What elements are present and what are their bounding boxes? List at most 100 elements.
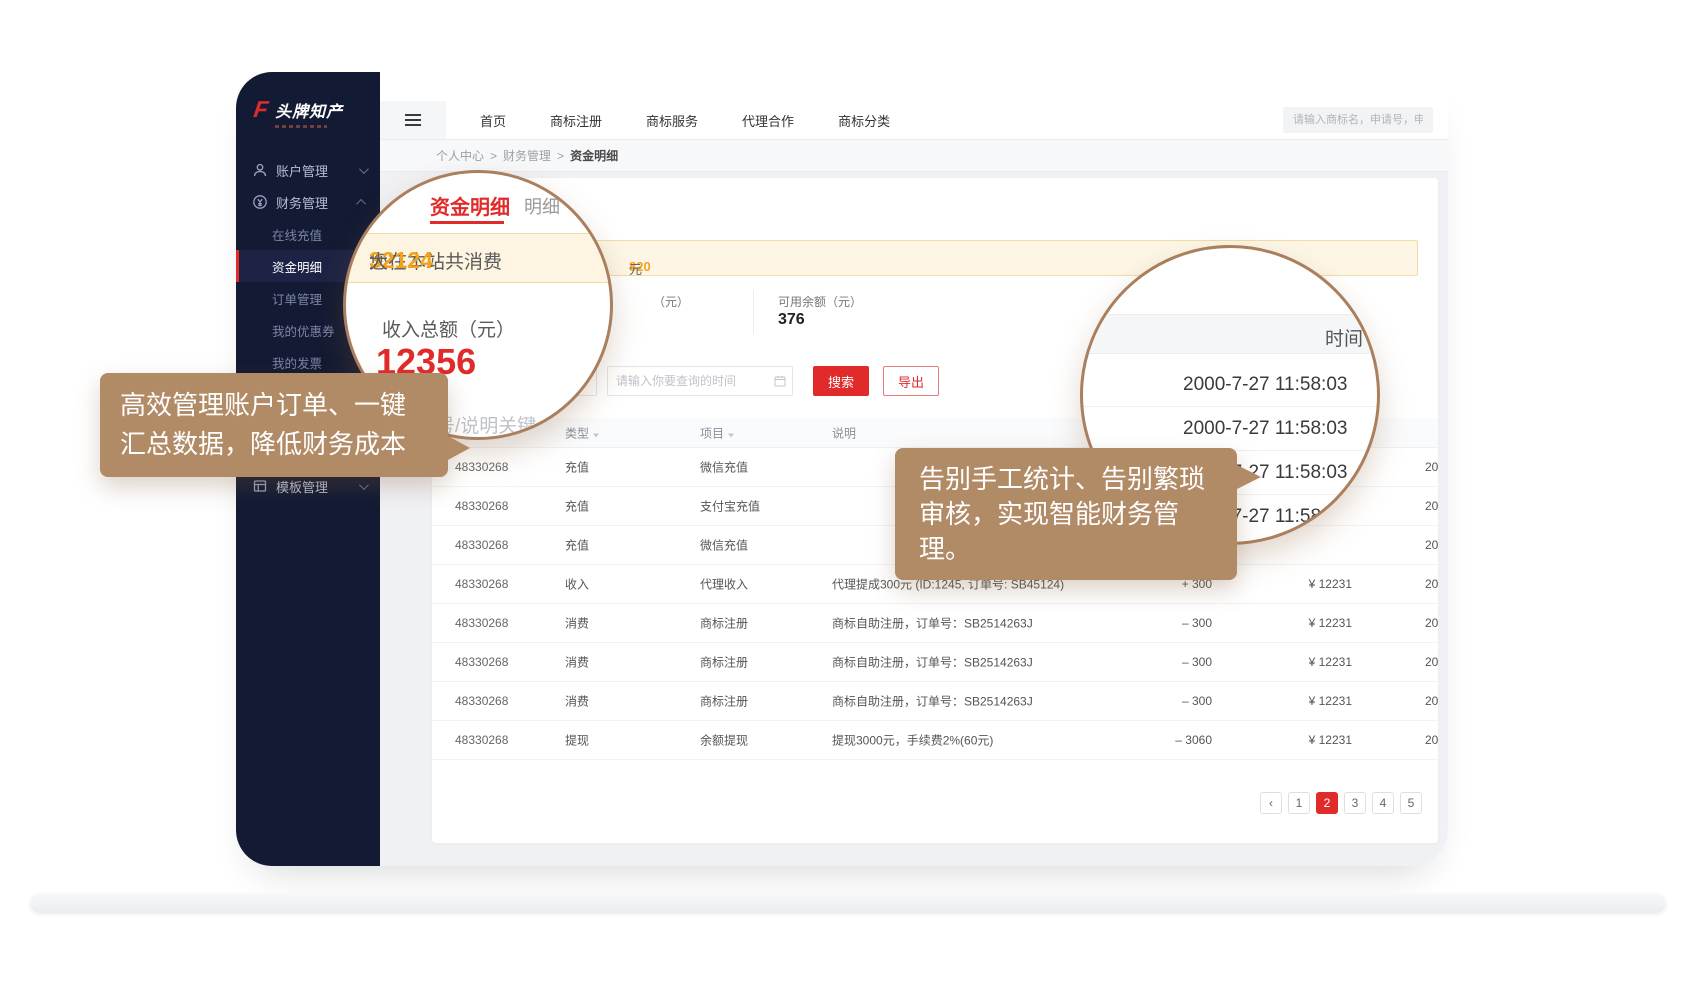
cell-time: 2000-7-27 11:58:03 [1425, 694, 1438, 708]
cell-time: 2000-7-27 11:58:03 [1425, 460, 1438, 474]
template-icon [252, 478, 268, 494]
lens-time-header-band: 时间 [1080, 314, 1380, 354]
cell-project: 商标注册 [700, 654, 748, 671]
page-button[interactable]: 5 [1400, 792, 1422, 814]
sidebar-item-label: 模板管理 [276, 477, 351, 496]
logo: F 头牌知产 [236, 72, 380, 138]
cell-order: 48330268 [455, 616, 508, 630]
breadcrumb-item[interactable]: 个人中心 [436, 147, 484, 164]
breadcrumb-current: 资金明细 [570, 147, 618, 164]
lens-banner: 您在本站共消费 32124 大 [343, 233, 613, 283]
page-button[interactable]: 3 [1344, 792, 1366, 814]
callout-arrow-icon [446, 435, 470, 461]
nav-trademark-register[interactable]: 商标注册 [550, 111, 602, 130]
header-project[interactable]: 项目 [700, 424, 734, 441]
callout-left-line: 高效管理账户订单、一键 [120, 386, 428, 425]
cell-type: 提现 [565, 732, 589, 749]
topbar: 首页 商标注册 商标服务 代理合作 商标分类 [380, 72, 1448, 140]
cell-order: 48330268 [455, 538, 508, 552]
nav-home[interactable]: 首页 [480, 111, 506, 130]
menu-toggle-button[interactable] [380, 101, 446, 139]
breadcrumb-separator: > [490, 149, 497, 163]
export-button[interactable]: 导出 [883, 366, 939, 396]
cell-project: 余额提现 [700, 732, 748, 749]
page-button[interactable]: 1 [1288, 792, 1310, 814]
cell-type: 消费 [565, 693, 589, 710]
cell-type: 收入 [565, 576, 589, 593]
lens-income-label: 收入总额（元） [382, 315, 515, 342]
sidebar-item-finance[interactable]: 财务管理 [236, 186, 380, 218]
cell-time: 2000-7-27 11:58:03 [1425, 655, 1438, 669]
nav-trademark-services[interactable]: 商标服务 [646, 111, 698, 130]
callout-right-line: 理。 [919, 532, 1213, 567]
prev-page-button[interactable]: ‹ [1260, 792, 1282, 814]
cell-desc: 商标自助注册，订单号：SB2514263J [832, 654, 1033, 671]
callout-right-line: 告别手工统计、告别繁琐 [919, 462, 1213, 497]
balance-stat-value: 376 [778, 311, 805, 329]
nav-agent-cooperation[interactable]: 代理合作 [742, 111, 794, 130]
date-search-input[interactable] [607, 366, 793, 396]
page-button[interactable]: 4 [1372, 792, 1394, 814]
cell-amount: – 300 [1122, 655, 1212, 669]
callout-right-line: 审核，实现智能财务管 [919, 497, 1213, 532]
brand-name: 头牌知产 [275, 98, 343, 122]
chevron-down-icon [359, 164, 369, 174]
header-desc: 说明 [832, 424, 856, 441]
finance-icon [252, 194, 268, 210]
cell-type: 充值 [565, 498, 589, 515]
header-type[interactable]: 类型 [565, 424, 599, 441]
cell-order: 48330268 [455, 499, 508, 513]
cell-order: 48330268 [455, 577, 508, 591]
sidebar-item-account[interactable]: 账户管理 [236, 154, 380, 186]
page-button-active[interactable]: 2 [1316, 792, 1338, 814]
page: F 头牌知产 账户管理 [0, 0, 1696, 1002]
sidebar-item-label: 财务管理 [276, 193, 351, 212]
lens-tab-inactive: 明细 [524, 193, 560, 219]
callout-left-line: 汇总数据，降低财务成本 [120, 425, 428, 464]
date-filter [607, 366, 793, 396]
lens-time-value: 2000-7-27 11:58:03 [1183, 418, 1347, 440]
cell-balance: ¥ 12231 [1242, 694, 1352, 708]
lens-time-header: 时间 [1325, 324, 1363, 351]
cell-amount: – 300 [1122, 694, 1212, 708]
cell-desc: 商标自助注册，订单号：SB2514263J [832, 615, 1033, 632]
breadcrumb: 个人中心 > 财务管理 > 资金明细 [380, 140, 1448, 172]
chevron-up-icon [356, 198, 366, 208]
cell-order: 48330268 [455, 460, 508, 474]
global-search-input[interactable] [1283, 107, 1433, 133]
cell-balance: ¥ 12231 [1242, 577, 1352, 591]
cell-time: 2000-7-27 11:58:03 [1425, 733, 1438, 747]
cell-desc: 提现3000元，手续费2%(60元) [832, 732, 993, 749]
cell-order: 48330268 [455, 694, 508, 708]
cell-time: 2000-7-27 11:58:03 [1425, 616, 1438, 630]
table-row: 48330268 消费 商标注册 商标自助注册，订单号：SB2514263J –… [432, 604, 1438, 643]
breadcrumb-item[interactable]: 财务管理 [503, 147, 551, 164]
lens-row-separator [1083, 406, 1377, 407]
cell-project: 代理收入 [700, 576, 748, 593]
cell-order: 48330268 [455, 733, 508, 747]
sidebar-item-label: 账户管理 [276, 161, 351, 180]
callout-right: 告别手工统计、告别繁琐 审核，实现智能财务管 理。 [895, 448, 1237, 580]
calendar-icon[interactable] [774, 375, 786, 387]
nav-trademark-classes[interactable]: 商标分类 [838, 111, 890, 130]
cell-time: 2000-7-27 11:58:03 [1425, 538, 1438, 552]
top-nav: 首页 商标注册 商标服务 代理合作 商标分类 [446, 101, 890, 139]
lens-tab-underline [430, 221, 504, 224]
cell-balance: ¥ 12231 [1242, 616, 1352, 630]
stat-divider [753, 290, 754, 334]
cell-type: 消费 [565, 654, 589, 671]
pagination: ‹ 1 2 3 4 5 [1260, 792, 1422, 814]
user-icon [252, 162, 268, 178]
cell-type: 消费 [565, 615, 589, 632]
brand-subtext [275, 125, 327, 128]
cell-time: 2000-7-27 11:58:03 [1425, 577, 1438, 591]
cell-order: 48330268 [455, 655, 508, 669]
middle-stat-label: （元） [653, 293, 689, 310]
table-row: 48330268 消费 商标注册 商标自助注册，订单号：SB2514263J –… [432, 643, 1438, 682]
cell-amount: – 3060 [1122, 733, 1212, 747]
cell-desc: 商标自助注册，订单号：SB2514263J [832, 693, 1033, 710]
sort-caret-icon [593, 433, 599, 437]
cell-project: 微信充值 [700, 537, 748, 554]
sort-caret-icon [728, 433, 734, 437]
search-button[interactable]: 搜索 [813, 366, 869, 396]
